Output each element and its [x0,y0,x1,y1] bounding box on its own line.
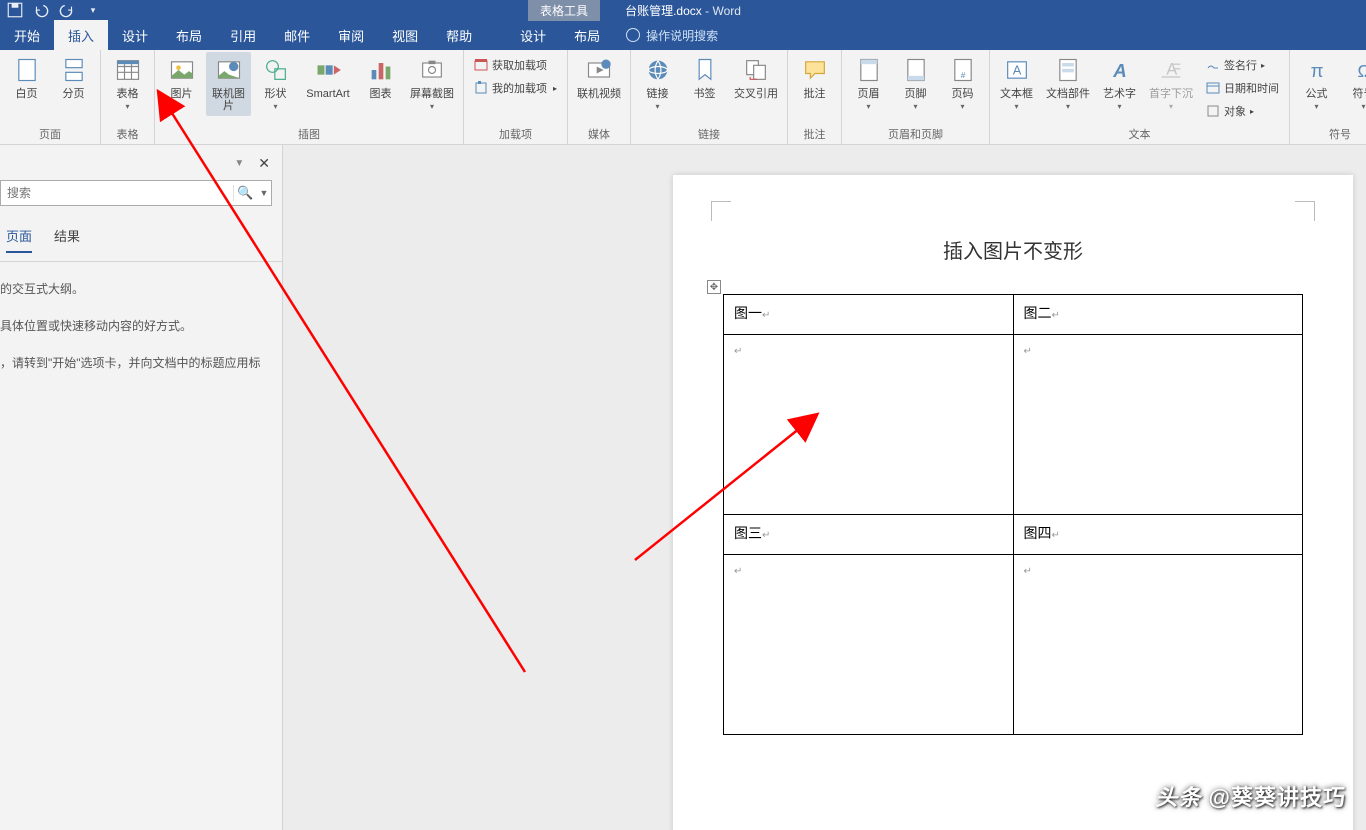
quick-access-toolbar: ▾ [0,1,108,19]
screenshot-button[interactable]: 屏幕截图▾ [405,52,459,115]
page-number-button[interactable]: #页码▾ [940,52,985,115]
table-cell[interactable]: 图二↵ [1013,295,1303,335]
qat-dropdown-icon[interactable]: ▾ [84,1,102,19]
ribbon: 白页 分页 页面 表格▾ 表格 图片 联机图片 形状▾ SmartArt 图表 … [0,50,1366,145]
chart-button[interactable]: 图表 [358,52,403,104]
tab-design[interactable]: 设计 [108,20,162,50]
page: 插入图片不变形 ✥ 图一↵ 图二↵ ↵ ↵ 图三↵ 图四↵ [673,175,1353,830]
tab-layout[interactable]: 布局 [162,20,216,50]
shapes-button[interactable]: 形状▾ [253,52,298,115]
svg-text:A: A [1012,63,1021,78]
nav-body-text: 的交互式大纲。 具体位置或快速移动内容的好方式。 ，请转到"开始"选项卡，并向文… [0,262,282,382]
nav-dropdown-icon[interactable]: ▼ [234,158,244,169]
group-pages: 白页 分页 页面 [0,50,101,144]
table-cell[interactable]: 图三↵ [724,515,1014,555]
margin-corner-icon [711,201,731,221]
title-bar: ▾ 表格工具 台账管理.docx - Word [0,0,1366,20]
nav-tab-pages[interactable]: 页面 [6,226,32,253]
svg-text:Ω: Ω [1357,61,1366,81]
group-text: A文本框▾ 文档部件▾ A艺术字▾ A首字下沉▾ 签名行▸ 日期和时间 对象▸ … [990,50,1290,144]
tab-mailings[interactable]: 邮件 [270,20,324,50]
svg-text:A: A [1166,61,1177,79]
tab-table-design[interactable]: 设计 [506,20,560,50]
wordart-button[interactable]: A艺术字▾ [1097,52,1142,115]
table-cell[interactable]: 图一↵ [724,295,1014,335]
table-move-handle-icon[interactable]: ✥ [707,280,721,294]
ribbon-tabs: 开始 插入 设计 布局 引用 邮件 审阅 视图 帮助 设计 布局 操作说明搜索 [0,20,1366,50]
tell-me-search[interactable]: 操作说明搜索 [614,20,730,50]
svg-text:π: π [1310,60,1323,81]
save-icon[interactable] [6,1,24,19]
quick-parts-button[interactable]: 文档部件▾ [1041,52,1095,115]
signature-icon [1206,58,1220,72]
comment-button[interactable]: 批注 [792,52,837,104]
undo-icon[interactable] [32,1,50,19]
online-picture-button[interactable]: 联机图片 [206,52,251,116]
navigation-pane: ▼ ✕ 🔍 ▼ 页面 结果 的交互式大纲。 具体位置或快速移动内容的好方式。 ，… [0,145,283,830]
window-title: 台账管理.docx - Word [625,2,741,19]
document-area[interactable]: 插入图片不变形 ✥ 图一↵ 图二↵ ↵ ↵ 图三↵ 图四↵ [283,145,1366,830]
footer-button[interactable]: 页脚▾ [893,52,938,115]
signature-line-button[interactable]: 签名行▸ [1200,54,1285,76]
group-media: 联机视频 媒体 [568,50,631,144]
tab-help[interactable]: 帮助 [432,20,486,50]
svg-text:#: # [960,71,965,80]
lightbulb-icon [626,28,640,42]
tab-view[interactable]: 视图 [378,20,432,50]
page-break-button[interactable]: 分页 [51,52,96,104]
tab-references[interactable]: 引用 [216,20,270,50]
smartart-button[interactable]: SmartArt [300,52,356,104]
search-input[interactable]: 🔍 ▼ [0,180,272,206]
search-icon[interactable]: 🔍 [233,185,257,201]
tab-table-layout[interactable]: 布局 [560,20,614,50]
table-cell[interactable]: ↵ [1013,555,1303,735]
symbol-button[interactable]: Ω符号▾ [1341,52,1366,115]
online-video-button[interactable]: 联机视频 [572,52,626,104]
group-symbols: π公式▾ Ω符号▾ 符号 [1290,50,1366,144]
my-addins-button[interactable]: 我的加载项▸ [468,77,563,99]
search-dropdown-icon[interactable]: ▼ [257,188,271,198]
group-links: 链接▾ 书签 交叉引用 链接 [631,50,788,144]
search-field[interactable] [1,186,233,200]
bookmark-button[interactable]: 书签 [682,52,727,104]
svg-text:A: A [1112,60,1126,81]
redo-icon[interactable] [58,1,76,19]
header-button[interactable]: 页眉▾ [846,52,891,115]
addin-icon [474,81,488,95]
close-icon[interactable]: ✕ [258,155,270,172]
store-icon [474,58,488,72]
group-comments: 批注 批注 [788,50,842,144]
table-cell[interactable]: ↵ [724,555,1014,735]
watermark: 头条 @葵葵讲技巧 [1155,780,1346,812]
table-button[interactable]: 表格▾ [105,52,150,115]
textbox-button[interactable]: A文本框▾ [994,52,1039,115]
tab-review[interactable]: 审阅 [324,20,378,50]
blank-page-button[interactable]: 白页 [4,52,49,104]
tab-insert[interactable]: 插入 [54,20,108,50]
date-time-button[interactable]: 日期和时间 [1200,77,1285,99]
tab-home[interactable]: 开始 [0,20,54,50]
group-tables: 表格▾ 表格 [101,50,155,144]
object-icon [1206,104,1220,118]
picture-button[interactable]: 图片 [159,52,204,104]
dropcap-button[interactable]: A首字下沉▾ [1144,52,1198,115]
object-button[interactable]: 对象▸ [1200,100,1285,122]
table-cell[interactable]: ↵ [1013,335,1303,515]
group-header-footer: 页眉▾ 页脚▾ #页码▾ 页眉和页脚 [842,50,990,144]
table-cell[interactable]: ↵ [724,335,1014,515]
calendar-icon [1206,81,1220,95]
nav-tab-results[interactable]: 结果 [54,226,80,253]
group-addins: 获取加载项 我的加载项▸ 加载项 [464,50,568,144]
table-tools-context: 表格工具 [528,0,600,21]
document-table[interactable]: 图一↵ 图二↵ ↵ ↵ 图三↵ 图四↵ ↵ ↵ [723,294,1303,735]
equation-button[interactable]: π公式▾ [1294,52,1339,115]
cross-reference-button[interactable]: 交叉引用 [729,52,783,104]
table-cell[interactable]: 图四↵ [1013,515,1303,555]
document-heading[interactable]: 插入图片不变形 [723,235,1303,264]
margin-corner-icon [1295,201,1315,221]
get-addins-button[interactable]: 获取加载项 [468,54,563,76]
link-button[interactable]: 链接▾ [635,52,680,115]
group-illustrations: 图片 联机图片 形状▾ SmartArt 图表 屏幕截图▾ 插图 [155,50,464,144]
